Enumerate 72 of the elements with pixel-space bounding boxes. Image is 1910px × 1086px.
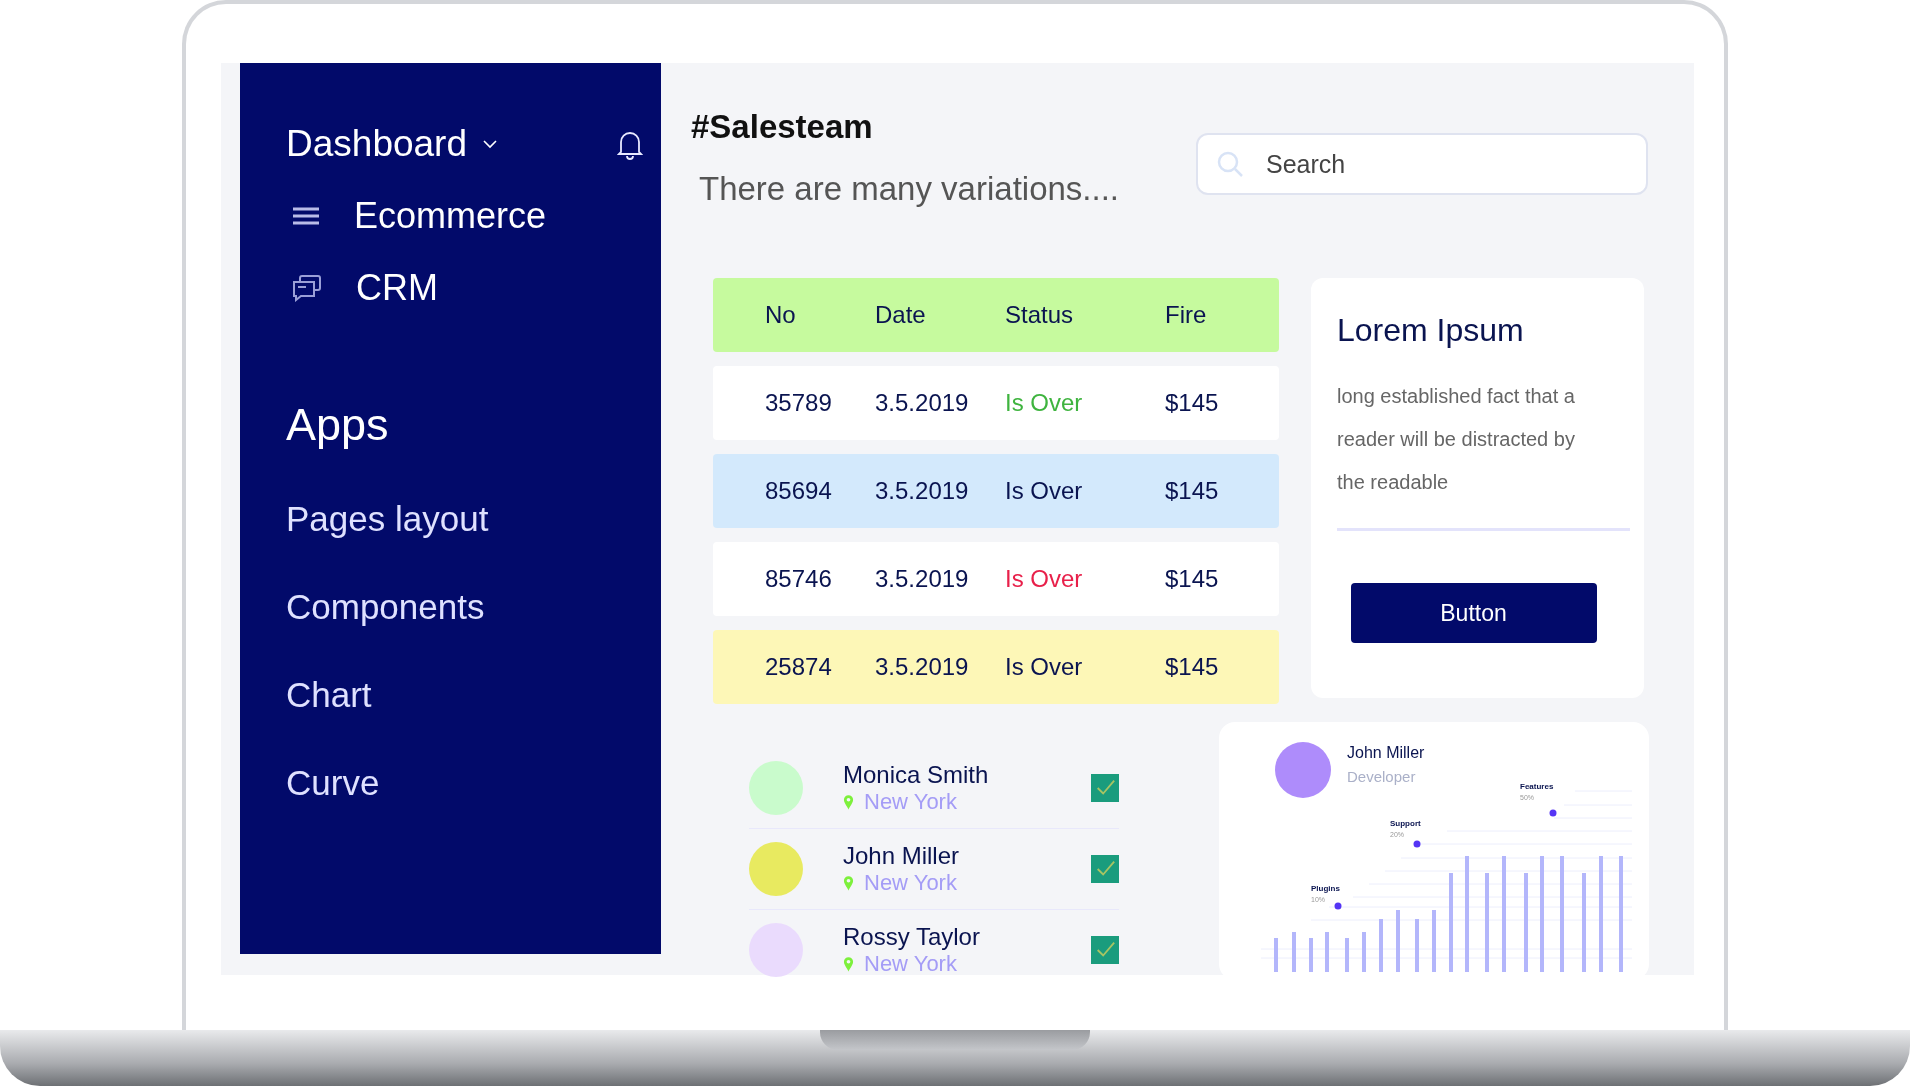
column-header: Status [1005, 301, 1075, 329]
person-name: Rossy Taylor [843, 923, 981, 951]
table-cell-text: 3.5.2019 [875, 565, 970, 593]
chart-label: Support [1390, 819, 1421, 828]
table-cell-text: 25874 [765, 653, 833, 681]
table-row[interactable]: 85694 3.5.2019 Is Over $145 [713, 454, 1279, 528]
search-field[interactable]: Search [1196, 133, 1648, 195]
subtitle: There are many variations.... [699, 170, 1119, 208]
table-cell-text: $145 [1165, 477, 1220, 505]
chart-bar [1309, 938, 1313, 972]
chart-bar [1362, 932, 1366, 972]
table-cell-text: 3.5.2019 [875, 477, 970, 505]
status-text: Is Over [1005, 653, 1084, 681]
table-row[interactable]: 85746 3.5.2019 Is Over $145 [713, 542, 1279, 616]
city-text: New York [864, 789, 957, 815]
city-text: New York [864, 951, 957, 977]
profile-role: Developer [1347, 768, 1416, 785]
person-name: Monica Smith [843, 761, 990, 789]
chart-point [1413, 840, 1421, 848]
status-text: Is Over [1005, 389, 1084, 417]
nav-item[interactable]: Pages layout [286, 499, 643, 539]
nav-item[interactable]: Curve [286, 763, 643, 803]
section-title: Apps [286, 399, 390, 451]
city-text: New York [864, 870, 957, 896]
column-header: Date [875, 301, 927, 329]
menu-item[interactable]: CRM [286, 267, 643, 309]
table-row[interactable]: 35789 3.5.2019 Is Over $145 [713, 366, 1279, 440]
location-pin-icon [843, 794, 854, 810]
chart-label: Plugins [1311, 884, 1340, 893]
checkbox[interactable] [1091, 855, 1119, 883]
table-cell-text: 3.5.2019 [875, 653, 970, 681]
status-text: Is Over [1005, 477, 1084, 505]
checkbox[interactable] [1091, 936, 1119, 964]
profile-name: John Miller [1347, 744, 1425, 762]
chart-bar [1274, 938, 1278, 972]
chat-icon [292, 274, 322, 302]
checkbox[interactable] [1091, 774, 1119, 802]
person-name: John Miller [843, 842, 961, 870]
table-cell-text: 35789 [765, 389, 833, 417]
chart-bar [1345, 938, 1349, 972]
nav-item[interactable]: Chart [286, 675, 643, 715]
search-icon [1216, 150, 1244, 178]
table-cell-text: 3.5.2019 [875, 389, 970, 417]
table-cell-text: 85694 [765, 477, 833, 505]
location-pin-icon [843, 956, 854, 972]
status-text: Is Over [1005, 565, 1084, 593]
chart-bar [1432, 910, 1436, 972]
dashboard-dropdown[interactable]: Dashboard [286, 123, 497, 165]
chart-bar [1379, 919, 1383, 972]
primary-button[interactable]: Button [1350, 583, 1597, 643]
menu-icon [292, 206, 320, 226]
chart-point [1334, 902, 1342, 910]
chart-point [1549, 809, 1557, 817]
column-header: No [765, 301, 797, 329]
card-title: Lorem Ipsum [1337, 312, 1525, 349]
chart-bar [1396, 910, 1400, 972]
card-text: long established fact that a reader will be distracted by the readable [1337, 384, 1576, 495]
chart-bar [1415, 919, 1419, 972]
menu-item[interactable]: Ecommerce [286, 195, 643, 237]
chart-bar [1292, 932, 1296, 972]
location-pin-icon [843, 875, 854, 891]
page-title: #Salesteam [691, 108, 874, 146]
chart-bar [1325, 932, 1329, 972]
table-cell-text: $145 [1165, 389, 1220, 417]
table-cell-text: $145 [1165, 653, 1220, 681]
nav-item[interactable]: Components [286, 587, 643, 627]
table-cell-text: 85746 [765, 565, 833, 593]
column-header: Fire [1165, 301, 1208, 329]
table-row[interactable]: 25874 3.5.2019 Is Over $145 [713, 630, 1279, 704]
chart-label: Features [1520, 782, 1554, 791]
chevron-down-icon [483, 139, 497, 149]
table-cell-text: $145 [1165, 565, 1220, 593]
